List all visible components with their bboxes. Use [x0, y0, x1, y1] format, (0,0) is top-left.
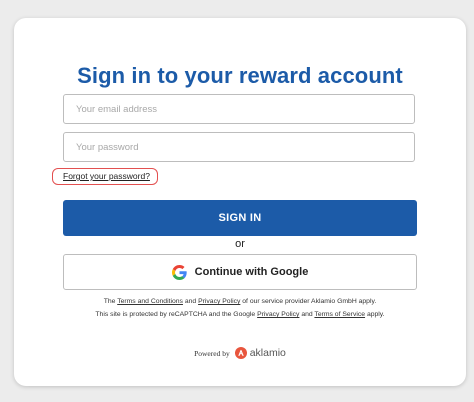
legal-text: and	[184, 298, 197, 305]
aklamio-brand-name: aklamio	[249, 347, 286, 359]
or-divider: or	[235, 238, 245, 250]
forgot-password-highlight: Forgot your password?	[52, 168, 158, 185]
privacy-policy-link[interactable]: Privacy Policy	[198, 298, 240, 305]
google-terms-of-service-link[interactable]: Terms of Service	[314, 311, 365, 318]
powered-by: Powered by aklamio	[14, 347, 466, 359]
forgot-password-link[interactable]: Forgot your password?	[63, 171, 150, 181]
password-input[interactable]	[63, 132, 415, 162]
email-input[interactable]	[63, 94, 415, 124]
page-title: Sign in to your reward account	[77, 63, 403, 88]
legal-text: The	[103, 298, 116, 305]
legal-text: This site is protected by reCAPTCHA and …	[95, 311, 256, 318]
terms-and-conditions-link[interactable]: Terms and Conditions	[117, 298, 183, 305]
powered-by-text: Powered by	[194, 348, 230, 358]
aklamio-logo-icon	[234, 347, 247, 359]
legal-text: of our service provider Aklamio GmbH app…	[242, 298, 377, 305]
legal-text: apply.	[366, 311, 385, 318]
google-privacy-policy-link[interactable]: Privacy Policy	[257, 311, 299, 318]
sign-in-card: Sign in to your reward account Forgot yo…	[14, 18, 466, 386]
google-button-label: Continue with Google	[194, 266, 309, 278]
legal-terms-line: The Terms and Conditions and Privacy Pol…	[14, 298, 466, 305]
google-g-icon	[171, 264, 187, 280]
legal-text: and	[301, 311, 313, 318]
continue-with-google-button[interactable]: Continue with Google	[63, 254, 417, 290]
sign-in-button[interactable]: SIGN IN	[63, 200, 417, 236]
legal-recaptcha-line: This site is protected by reCAPTCHA and …	[14, 311, 466, 318]
